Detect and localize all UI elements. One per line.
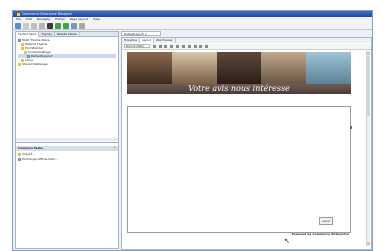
- italic-icon[interactable]: [158, 44, 162, 48]
- banner-photos: [127, 52, 351, 84]
- chevron-up-icon[interactable]: ⌃: [113, 146, 116, 151]
- menu-navigate[interactable]: Navigate: [37, 17, 50, 21]
- forward-icon[interactable]: [62, 23, 69, 29]
- task-import-link[interactable]: Import...: [18, 152, 35, 156]
- tab-layout[interactable]: Layout: [140, 38, 154, 43]
- send-button[interactable]: send: [319, 217, 333, 225]
- list-icon[interactable]: [187, 44, 191, 48]
- image-icon[interactable]: [199, 44, 203, 48]
- tab-web-preview[interactable]: Web Preview: [154, 38, 176, 43]
- task-exchange-link[interactable]: Exchange Offline Item...: [18, 157, 58, 161]
- tree-horizontal-scrollbar[interactable]: [16, 138, 118, 141]
- scroll-up-icon[interactable]: [367, 52, 370, 55]
- tab-themes[interactable]: Themes: [39, 32, 55, 37]
- banner-caption: Votre avis nous intéresse: [127, 84, 351, 94]
- search-icon[interactable]: [46, 23, 53, 29]
- menu-edit[interactable]: Edit: [26, 17, 32, 21]
- folder-icon: [18, 62, 21, 66]
- document-tab[interactable]: DefaultLayout ×: [121, 31, 161, 36]
- interior-photo: [261, 52, 307, 84]
- tab-content-items[interactable]: Content Items: [16, 32, 40, 37]
- document-editor: Properties Layout Web Preview Normal (Web): [121, 37, 372, 250]
- document-tab-label: DefaultLayout: [124, 32, 144, 36]
- format-toolbar: Normal (Web): [122, 44, 371, 50]
- resize-handle[interactable]: [350, 126, 352, 129]
- interior-photo: [127, 52, 172, 84]
- app-window: Commerce Enterprise Designer File Edit N…: [12, 10, 373, 251]
- interior-photo: [216, 52, 262, 84]
- scroll-thumb[interactable]: [367, 56, 370, 116]
- align-left-icon[interactable]: [170, 44, 174, 48]
- exchange-icon: [18, 157, 21, 161]
- import-icon: [18, 152, 21, 156]
- tree-item-label: Shared Webpage: [22, 62, 48, 66]
- mouse-cursor-icon: ↖: [284, 237, 290, 245]
- task-label: Exchange Offline Item...: [22, 157, 59, 161]
- menu-file[interactable]: File: [16, 17, 21, 21]
- tab-properties[interactable]: Properties: [122, 38, 141, 43]
- content-editable-region[interactable]: [127, 106, 351, 233]
- page-banner: Votre avis nous intéresse: [127, 52, 351, 94]
- menu-help[interactable]: Help: [93, 17, 100, 21]
- tree-item[interactable]: Shared Webpage: [18, 62, 116, 66]
- common-tasks-header: Common Tasks ⌃: [16, 146, 118, 151]
- refresh-icon[interactable]: [78, 23, 85, 29]
- panel-divider[interactable]: [16, 142, 118, 143]
- interior-photo: [171, 52, 217, 84]
- common-tasks-title: Common Tasks: [18, 146, 44, 150]
- save-icon[interactable]: [70, 23, 77, 29]
- new-icon[interactable]: [15, 23, 21, 29]
- scroll-down-icon[interactable]: [367, 242, 370, 245]
- content-tree: Multi Theme Store Default Theme FormBuil…: [16, 37, 118, 67]
- toolbar: [13, 22, 372, 30]
- paragraph-style-select[interactable]: Normal (Web): [124, 44, 150, 48]
- back-icon[interactable]: [54, 23, 61, 29]
- window-title: Commerce Enterprise Designer: [22, 12, 73, 16]
- copy-icon[interactable]: [38, 23, 45, 29]
- underline-icon[interactable]: [164, 44, 168, 48]
- bold-icon[interactable]: [152, 44, 156, 48]
- align-center-icon[interactable]: [176, 44, 180, 48]
- interior-photo: [306, 52, 351, 84]
- content-explorer-panel: Content Items Themes Website Details Multi…: [15, 31, 119, 249]
- app-icon: [17, 12, 20, 16]
- delete-icon[interactable]: [22, 23, 29, 29]
- menu-page-layout[interactable]: Page Layout: [70, 17, 88, 21]
- table-icon[interactable]: [205, 44, 209, 48]
- menu-extras[interactable]: Extras: [55, 17, 64, 21]
- tab-website-details[interactable]: Website Details: [55, 32, 80, 37]
- align-right-icon[interactable]: [181, 44, 185, 48]
- link-icon[interactable]: [193, 44, 197, 48]
- view-tabs: Properties Layout Web Preview: [122, 38, 371, 43]
- editor-vertical-scrollbar[interactable]: [366, 51, 370, 246]
- task-label: Import...: [22, 152, 35, 156]
- cut-icon[interactable]: [30, 23, 37, 29]
- powered-by-text: Powered by Commerce Enterprise: [291, 232, 349, 236]
